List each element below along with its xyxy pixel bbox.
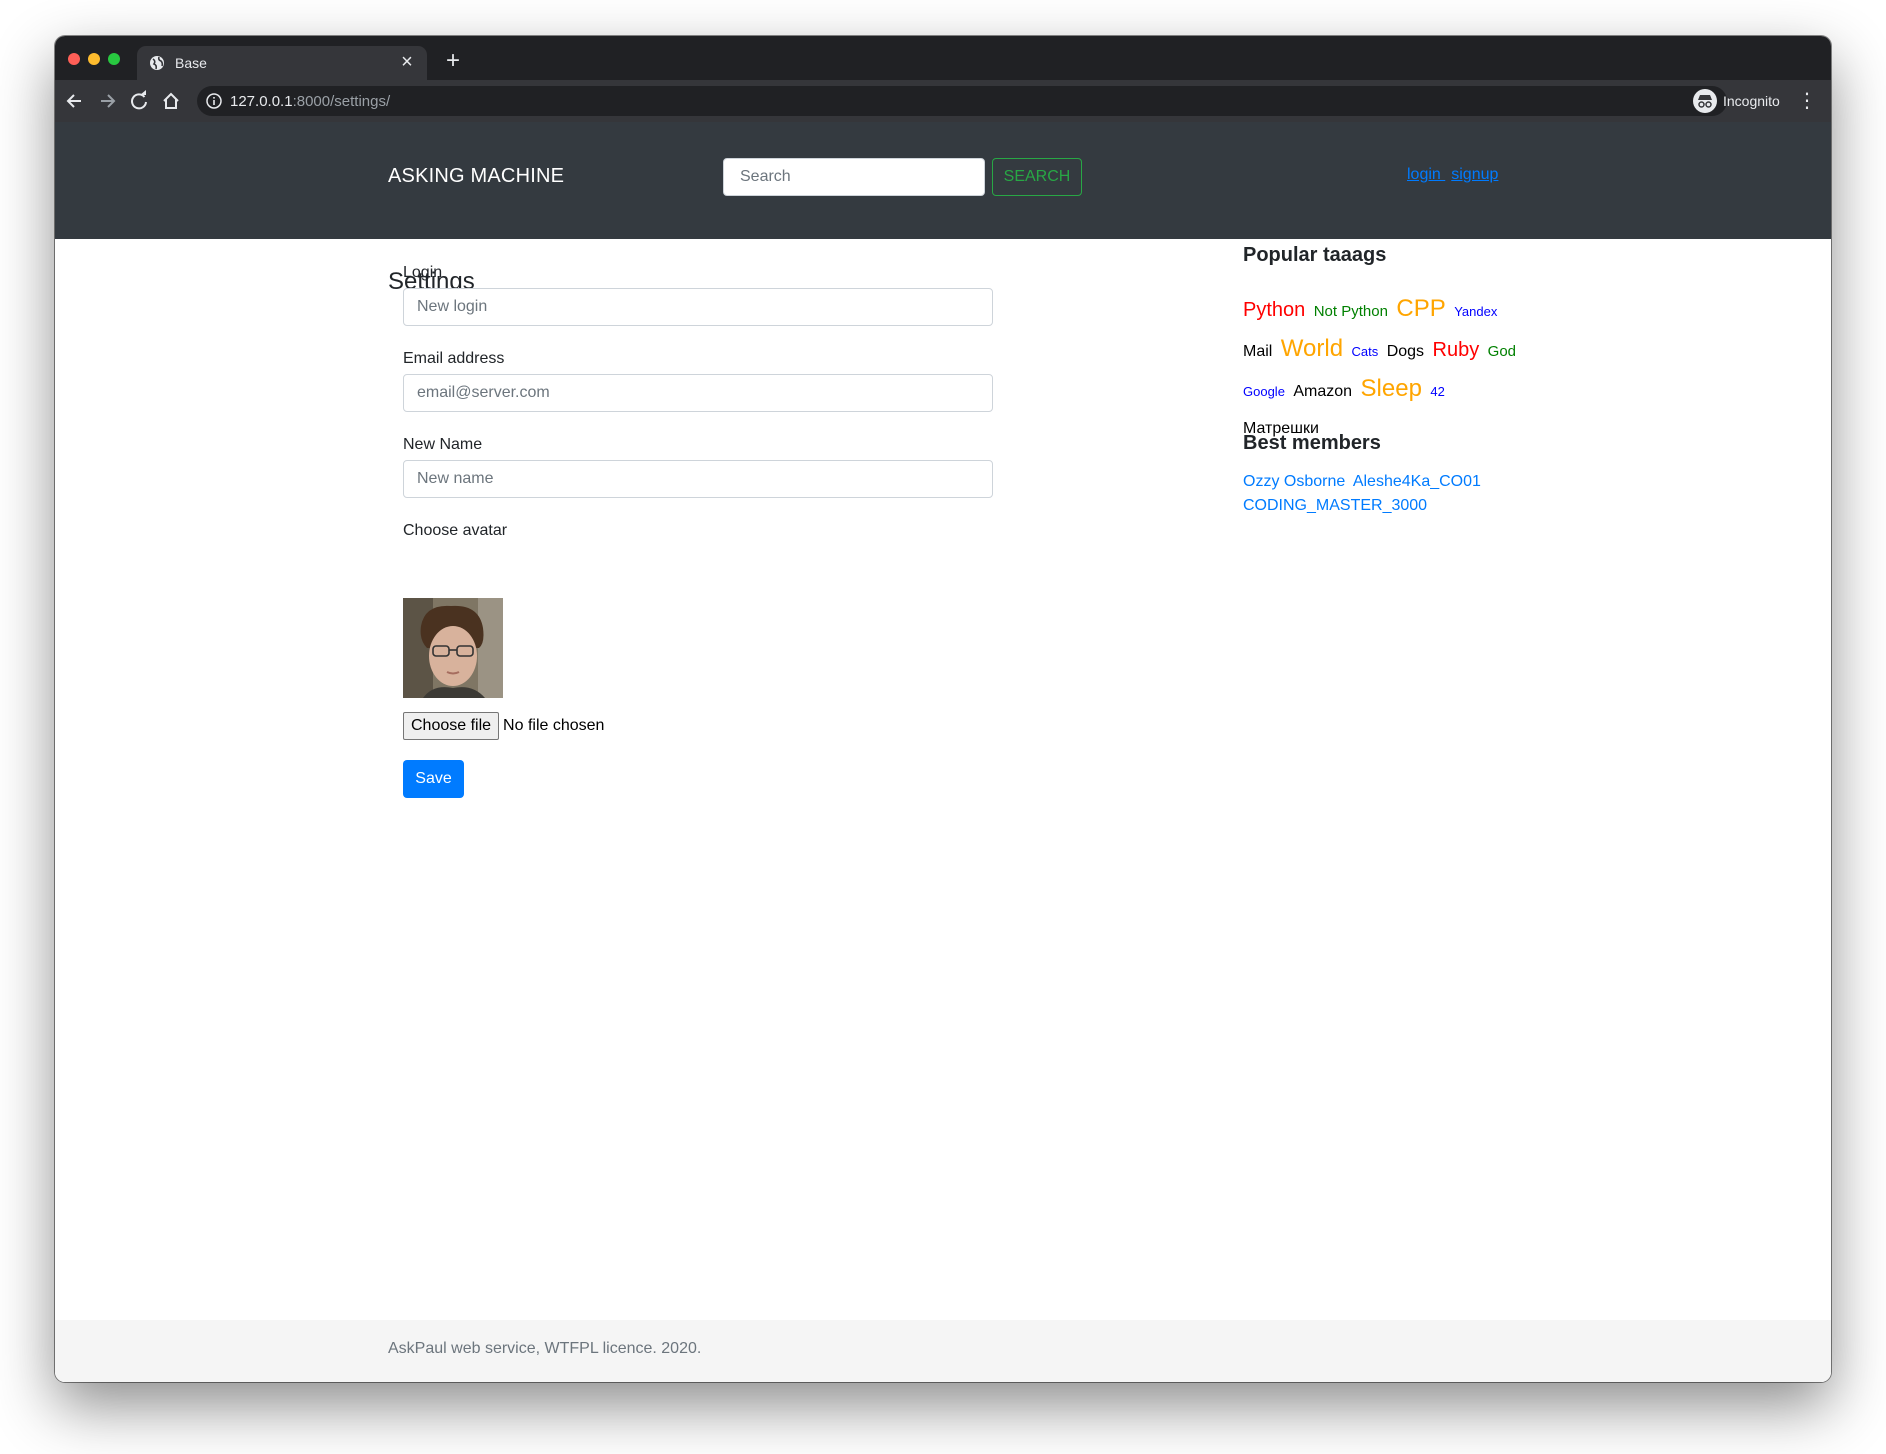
tag-link[interactable]: Dogs	[1387, 343, 1424, 360]
search-button[interactable]: SEARCH	[992, 158, 1082, 196]
reload-icon[interactable]	[125, 87, 153, 115]
forward-icon[interactable]	[93, 87, 121, 115]
info-icon[interactable]	[205, 92, 223, 110]
url-host: 127.0.0.1	[230, 93, 293, 110]
incognito-profile[interactable]: Incognito	[1693, 86, 1783, 116]
login-link[interactable]: login	[1407, 166, 1445, 183]
avatar-file-input: Choose file No file chosen	[403, 712, 604, 742]
browser-window: Base × + 127.0.0.1:8000/settings/ Incogn…	[55, 36, 1831, 1382]
globe-icon	[149, 55, 165, 71]
browser-toolbar: 127.0.0.1:8000/settings/ Incognito ⋮	[55, 80, 1831, 122]
page-content: ASKING MACHINE SEARCH login signup Setti…	[55, 122, 1831, 1382]
site-footer: AskPaul web service, WTFPL licence. 2020…	[55, 1320, 1831, 1382]
new-tab-icon[interactable]: +	[439, 47, 467, 75]
tag-link[interactable]: God	[1488, 343, 1516, 360]
tag-cloud: Python Not Python CPP Yandex Mail World …	[1243, 290, 1533, 447]
save-button[interactable]: Save	[403, 760, 464, 798]
minimize-window-button[interactable]	[88, 53, 100, 65]
tag-link[interactable]: Ruby	[1433, 339, 1480, 361]
address-bar[interactable]: 127.0.0.1:8000/settings/	[197, 86, 1727, 116]
tag-link[interactable]: Yandex	[1454, 304, 1497, 319]
member-link[interactable]: CODING_MASTER_3000	[1243, 497, 1427, 514]
tag-link[interactable]: Not Python	[1314, 303, 1388, 320]
avatar-label: Choose avatar	[403, 522, 508, 539]
auth-links: login signup	[1407, 166, 1498, 184]
login-label: Login	[403, 264, 443, 281]
footer-text: AskPaul web service, WTFPL licence. 2020…	[388, 1340, 702, 1357]
email-field[interactable]	[403, 374, 993, 412]
member-link[interactable]: Ozzy Osborne	[1243, 473, 1345, 490]
choose-file-button[interactable]: Choose file	[403, 712, 500, 740]
close-tab-icon[interactable]: ×	[395, 50, 419, 74]
tag-link[interactable]: Python	[1243, 299, 1305, 321]
tag-link[interactable]: Amazon	[1293, 383, 1352, 400]
url-path: :8000/settings/	[292, 93, 391, 110]
url-text: 127.0.0.1:8000/settings/	[230, 93, 390, 110]
name-label: New Name	[403, 436, 483, 453]
maximize-window-button[interactable]	[108, 53, 120, 65]
best-members-title: Best members	[1243, 432, 1381, 454]
tag-link[interactable]: Cats	[1352, 344, 1379, 359]
name-field[interactable]	[403, 460, 993, 498]
tag-link[interactable]: Mail	[1243, 343, 1272, 360]
popular-tags-title: Popular taaags	[1243, 244, 1387, 266]
home-icon[interactable]	[157, 87, 185, 115]
back-icon[interactable]	[61, 87, 89, 115]
avatar	[403, 598, 503, 698]
tag-link[interactable]: Sleep	[1361, 375, 1422, 402]
login-field[interactable]	[403, 288, 993, 326]
tab-title: Base	[175, 55, 207, 71]
browser-menu-icon[interactable]: ⋮	[1797, 88, 1817, 114]
tab-bar: Base × +	[55, 36, 1831, 80]
browser-tab[interactable]: Base ×	[137, 46, 427, 80]
site-navbar: ASKING MACHINE SEARCH login signup	[55, 122, 1831, 239]
tag-link[interactable]: 42	[1430, 384, 1444, 399]
incognito-label: Incognito	[1723, 93, 1780, 109]
signup-link[interactable]: signup	[1451, 166, 1498, 183]
file-status: No file chosen	[503, 717, 605, 734]
email-label: Email address	[403, 350, 505, 367]
search-input[interactable]	[723, 158, 985, 196]
tag-link[interactable]: World	[1281, 335, 1343, 362]
incognito-icon	[1693, 89, 1717, 113]
tag-link[interactable]: CPP	[1396, 295, 1445, 322]
member-link[interactable]: Aleshe4Ka_CO01	[1353, 473, 1481, 490]
tag-link[interactable]: Google	[1243, 384, 1285, 399]
close-window-button[interactable]	[68, 53, 80, 65]
members-list: Ozzy Osborne Aleshe4Ka_CO01 CODING_MASTE…	[1243, 470, 1533, 518]
site-brand[interactable]: ASKING MACHINE	[388, 165, 564, 188]
